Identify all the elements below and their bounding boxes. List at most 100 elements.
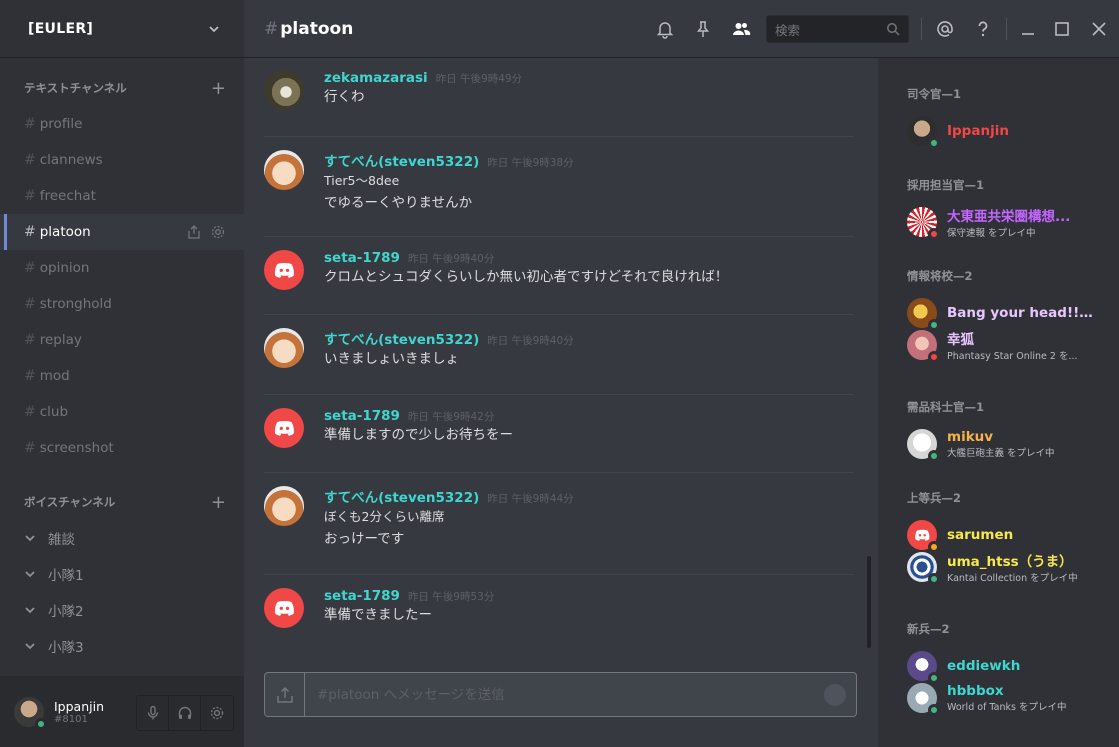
- avatar[interactable]: [264, 150, 304, 190]
- emoji-picker-icon[interactable]: [824, 683, 846, 706]
- avatar[interactable]: [264, 588, 304, 628]
- avatar[interactable]: [264, 486, 304, 526]
- search-input[interactable]: 検索: [766, 15, 909, 43]
- member-item[interactable]: Ippanjin: [907, 114, 1107, 149]
- avatar[interactable]: [14, 696, 47, 730]
- message-text: 準備できましたー: [324, 607, 432, 623]
- channel-item-platoon[interactable]: # platoon: [0, 214, 244, 250]
- avatar[interactable]: [264, 408, 304, 448]
- add-channel-icon[interactable]: +: [211, 492, 226, 513]
- upload-button[interactable]: [265, 673, 305, 716]
- notification-button[interactable]: [646, 0, 684, 58]
- minimize-button[interactable]: [1011, 0, 1045, 58]
- voice-channel-item[interactable]: 小隊3: [0, 628, 244, 664]
- chevron-down-icon[interactable]: [208, 23, 220, 35]
- member-name: mikuv: [947, 429, 994, 445]
- author-name[interactable]: すてべん(steven5322): [324, 150, 479, 170]
- message-text: おっけーです: [324, 531, 405, 547]
- channel-item-opinion[interactable]: # opinion: [0, 250, 244, 286]
- channel-item-freechat[interactable]: # freechat: [0, 178, 244, 214]
- voice-channel-item[interactable]: 小隊2: [0, 592, 244, 628]
- voice-channel-item[interactable]: 小隊1: [0, 556, 244, 592]
- category-label: テキストチャンネル: [24, 81, 127, 95]
- channel-label: replay: [39, 332, 82, 348]
- mentions-button[interactable]: [926, 0, 964, 58]
- member-item[interactable]: hbbbox World of Tanks をプレイ中: [907, 681, 1107, 716]
- chevron-down-icon: [25, 535, 35, 542]
- avatar[interactable]: [264, 70, 304, 110]
- invite-icon[interactable]: [186, 224, 202, 240]
- pinned-messages-button[interactable]: [684, 0, 722, 58]
- maximize-button[interactable]: [1045, 0, 1079, 58]
- guild-header[interactable]: [EULER]: [0, 0, 244, 58]
- avatar[interactable]: [264, 250, 304, 290]
- author-name[interactable]: zekamazarasi: [324, 70, 428, 86]
- channel-item-profile[interactable]: # profile: [0, 106, 244, 142]
- member-activity: 大艦巨砲主義 をプレイ中: [947, 448, 1055, 459]
- status-icon: [928, 450, 940, 462]
- scrollbar[interactable]: [867, 556, 871, 648]
- author-name[interactable]: すてべん(steven5322): [324, 486, 479, 506]
- member-item[interactable]: 大東亜共栄圏構想... 保守速報 をプレイ中: [907, 205, 1107, 240]
- status-icon: [928, 228, 940, 240]
- voice-channel-item[interactable]: 雑談: [0, 520, 244, 556]
- close-button[interactable]: [1079, 0, 1119, 58]
- member-item[interactable]: uma_htss（うま） Kantai Collection をプレイ中: [907, 550, 1107, 585]
- role-header: 需品科士官—1: [907, 400, 985, 414]
- member-list-button[interactable]: [722, 0, 760, 58]
- voice-channel-label: 小隊3: [48, 640, 84, 656]
- channel-label: profile: [39, 116, 83, 132]
- channel-item-mod[interactable]: # mod: [0, 358, 244, 394]
- avatar[interactable]: [264, 328, 304, 368]
- channel-label: platoon: [39, 224, 91, 240]
- message-meta: seta-1789 昨日 午後9時53分: [324, 588, 854, 604]
- member-item[interactable]: 幸狐 Phantasy Star Online 2 を...: [907, 328, 1107, 363]
- add-channel-icon[interactable]: +: [211, 78, 226, 99]
- hash-icon: #: [24, 260, 36, 276]
- close-icon: [1092, 22, 1106, 36]
- member-item[interactable]: sarumen: [907, 518, 1107, 553]
- gear-icon[interactable]: [210, 224, 226, 240]
- user-settings-button[interactable]: [201, 696, 233, 730]
- deafen-button[interactable]: [169, 696, 201, 730]
- category-text-channels[interactable]: テキストチャンネル +: [0, 70, 244, 106]
- help-button[interactable]: [964, 0, 1002, 58]
- category-voice-channels[interactable]: ボイスチャンネル +: [0, 484, 244, 520]
- message: すてべん(steven5322) 昨日 午後9時38分 Tier5～8dee でゆるー…: [264, 150, 854, 214]
- channel-item-club[interactable]: # club: [0, 394, 244, 430]
- channel-item-stronghold[interactable]: # stronghold: [0, 286, 244, 322]
- author-name[interactable]: seta-1789: [324, 588, 400, 604]
- discord-window: [EULER] テキストチャンネル + # profile # clannews # fr…: [0, 0, 1119, 747]
- channel-item-clannews[interactable]: # clannews: [0, 142, 244, 178]
- member-activity: Kantai Collection をプレイ中: [947, 573, 1078, 584]
- avatar: [907, 683, 940, 716]
- message-meta: すてべん(steven5322) 昨日 午後9時38分: [324, 150, 854, 170]
- status-icon: [928, 351, 940, 363]
- message-list[interactable]: zekamazarasi 昨日 午後9時49分 行くわ すてべん(steven5322…: [244, 58, 864, 650]
- member-item[interactable]: mikuv 大艦巨砲主義 をプレイ中: [907, 427, 1107, 462]
- member-item[interactable]: eddiewkh: [907, 649, 1107, 684]
- channel-item-replay[interactable]: # replay: [0, 322, 244, 358]
- question-icon: [978, 21, 988, 37]
- message-text: ぼくも2分くらい離席: [324, 509, 445, 524]
- message-text: 準備しますので少しお待ちをー: [324, 427, 513, 443]
- author-name[interactable]: seta-1789: [324, 408, 400, 424]
- author-name[interactable]: すてべん(steven5322): [324, 328, 479, 348]
- channel-item-screenshot[interactable]: # screenshot: [0, 430, 244, 466]
- hash-icon: #: [24, 332, 36, 348]
- voice-channel-item[interactable]: 猫小隊1: [0, 664, 244, 676]
- hash-icon: #: [24, 152, 36, 168]
- message-input[interactable]: [305, 673, 824, 716]
- members-icon: [733, 23, 751, 35]
- channel-name: platoon: [280, 18, 354, 39]
- message-divider: [264, 574, 854, 575]
- member-item[interactable]: Bang your head!!(...: [907, 296, 1107, 331]
- member-list: 司令官—1 Ippanjin 採用担当官—1 大東亜共栄圏構想... 保守速報 をプレイ…: [878, 58, 1119, 747]
- channel-label: opinion: [39, 260, 90, 276]
- mute-button[interactable]: [137, 696, 169, 730]
- author-name[interactable]: seta-1789: [324, 250, 400, 266]
- timestamp: 昨日 午後9時40分: [487, 335, 574, 347]
- hash-icon: #: [24, 404, 36, 420]
- message-body: すてべん(steven5322) 昨日 午後9時40分 いきましょいきましょ: [324, 328, 854, 370]
- avatar: [907, 651, 940, 684]
